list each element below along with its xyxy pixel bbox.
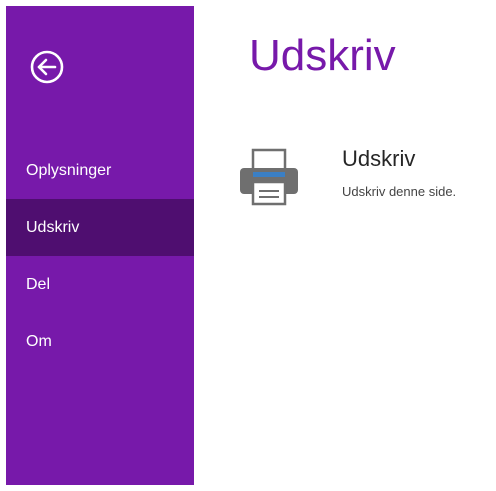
backstage-window: Oplysninger Udskriv Del Om Udskriv Udskr… — [0, 0, 496, 491]
sidebar-item-label: Udskriv — [26, 218, 80, 236]
sidebar: Oplysninger Udskriv Del Om — [6, 6, 194, 485]
printer-icon — [236, 146, 302, 208]
sidebar-item-label: Del — [26, 275, 51, 293]
sidebar-item-del[interactable]: Del — [6, 256, 194, 313]
back-arrow-icon — [30, 50, 64, 84]
action-description: Udskriv denne side. — [342, 184, 457, 199]
sidebar-item-label: Om — [26, 332, 52, 350]
sidebar-item-label: Oplysninger — [26, 161, 112, 179]
sidebar-item-oplysninger[interactable]: Oplysninger — [6, 142, 194, 199]
print-action-button[interactable]: Udskriv Udskriv denne side. — [232, 140, 496, 212]
page-title: Udskriv — [249, 31, 396, 80]
action-title: Udskriv — [342, 146, 416, 171]
back-button[interactable] — [24, 44, 70, 90]
sidebar-item-udskriv[interactable]: Udskriv — [6, 199, 194, 256]
sidebar-item-om[interactable]: Om — [6, 313, 194, 370]
sidebar-nav: Oplysninger Udskriv Del Om — [6, 142, 194, 370]
